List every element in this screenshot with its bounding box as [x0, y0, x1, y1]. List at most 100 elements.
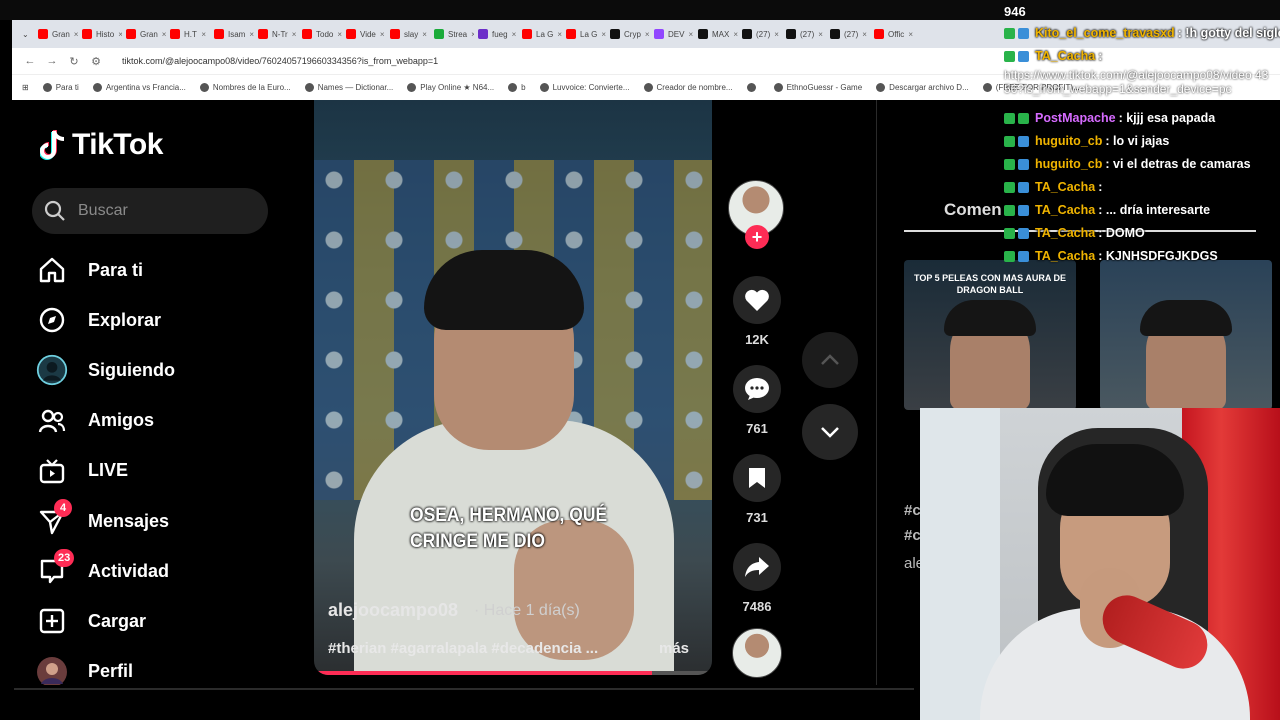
top-strip [0, 0, 1280, 20]
browser-tab[interactable]: (27) × [782, 23, 826, 45]
bookmark-item[interactable]: Creador de nombre... [643, 83, 733, 92]
browser-tab[interactable]: DEV × [650, 23, 694, 45]
tab-close-icon[interactable]: × [862, 30, 867, 39]
tab-close-icon[interactable]: × [512, 30, 517, 39]
forward-icon[interactable]: → [46, 55, 58, 67]
sidebar-item-para-ti[interactable]: Para ti [36, 245, 286, 295]
tab-close-icon[interactable]: × [908, 30, 913, 39]
video-progress-bar[interactable] [314, 671, 712, 675]
follow-plus-icon[interactable]: + [745, 225, 769, 249]
share-action[interactable]: 7486 [728, 543, 786, 614]
search-box[interactable] [32, 188, 268, 234]
browser-tab[interactable]: N-Tr × [254, 23, 298, 45]
bookmark-item[interactable]: Argentina vs Francia... [92, 83, 186, 92]
scroll-up-button[interactable] [802, 332, 858, 388]
bookmark-item[interactable]: Para ti [42, 83, 79, 92]
tab-favicon-icon [610, 29, 620, 39]
tiktok-logo[interactable]: TikTok [40, 128, 163, 162]
video-author[interactable]: alejoocampo08 [328, 600, 458, 621]
music-disc[interactable] [728, 628, 786, 678]
creator-avatar[interactable]: + [728, 180, 784, 249]
chat-text: : DOMO [1098, 226, 1145, 240]
sidebar-item-explorar[interactable]: Explorar [36, 295, 286, 345]
upload-plus-icon [36, 605, 68, 637]
save-button[interactable] [733, 454, 781, 502]
sidebar-item-live[interactable]: LIVE [36, 446, 286, 496]
tab-favicon-icon [742, 29, 752, 39]
sidebar-item-siguiendo[interactable]: Siguiendo [36, 345, 286, 395]
browser-tab[interactable]: MAX × [694, 23, 738, 45]
browser-tab[interactable]: Histo × [78, 23, 122, 45]
related-video-thumb[interactable] [1100, 260, 1272, 410]
back-icon[interactable]: ← [24, 55, 36, 67]
tab-close-icon[interactable]: × [818, 30, 823, 39]
tab-favicon-icon [346, 29, 356, 39]
notification-badge: 4 [54, 499, 72, 518]
like-button[interactable] [733, 276, 781, 324]
tab-close-icon[interactable]: × [292, 30, 297, 39]
comment-action[interactable]: 761 [728, 365, 786, 436]
video-hashtags[interactable]: #therian #agarralapala #decadencia ... [328, 640, 598, 657]
video-more-link[interactable]: más [659, 640, 689, 657]
browser-tab[interactable]: La G × [562, 23, 606, 45]
browser-tab[interactable]: slay × [386, 23, 430, 45]
save-action[interactable]: 731 [728, 454, 786, 525]
video-player[interactable]: OSEA, HERMANO, QUÉ CRINGE ME DIO alejooc… [314, 100, 712, 675]
browser-tab[interactable]: Gran × [122, 23, 166, 45]
share-button[interactable] [733, 543, 781, 591]
tab-label: slay [404, 29, 419, 39]
sidebar-item-actividad[interactable]: 23 Actividad [36, 546, 286, 596]
tab-close-icon[interactable]: × [422, 30, 427, 39]
site-info-icon[interactable]: ⚙ [90, 55, 102, 68]
bookmark-favicon-icon [982, 83, 992, 92]
scroll-down-button[interactable] [802, 404, 858, 460]
browser-tab[interactable]: (27) × [826, 23, 870, 45]
sidebar-item-cargar[interactable]: Cargar [36, 596, 286, 646]
comment-button[interactable] [733, 365, 781, 413]
chat-username: TA_Cacha [1035, 203, 1096, 217]
url-text[interactable]: tiktok.com/@alejoocampo08/video/76024057… [122, 56, 438, 66]
bookmark-item[interactable]: Play Online ★ N64... [407, 83, 494, 92]
browser-tab[interactable]: Isam × [210, 23, 254, 45]
thumb-caption: TOP 5 PELEAS CON MAS AURA DE DRAGON BALL [913, 273, 1067, 295]
apps-grid-icon[interactable]: ⊞ [22, 83, 29, 92]
browser-tab[interactable]: H.T × [166, 23, 210, 45]
browser-tab[interactable]: La G × [518, 23, 562, 45]
bookmark-item[interactable]: EthnoGuessr - Game [773, 83, 862, 92]
browser-tab[interactable]: Gran × [34, 23, 78, 45]
browser-tab[interactable]: Vide × [342, 23, 386, 45]
bookmark-item[interactable]: Names — Dictionar... [304, 83, 393, 92]
browser-tab[interactable]: (27) × [738, 23, 782, 45]
tab-close-icon[interactable]: × [380, 30, 385, 39]
reload-icon[interactable]: ↻ [68, 55, 80, 68]
tab-close-icon[interactable]: × [688, 30, 693, 39]
like-count: 12K [745, 332, 769, 347]
sidebar-item-mensajes[interactable]: 4 Mensajes [36, 496, 286, 546]
tab-close-icon[interactable]: × [645, 30, 650, 39]
browser-tab[interactable]: Todo × [298, 23, 342, 45]
tab-favicon-icon [214, 29, 224, 39]
related-video-thumb[interactable]: TOP 5 PELEAS CON MAS AURA DE DRAGON BALL [904, 260, 1076, 410]
bookmark-item[interactable]: Luvvoice: Convierte... [539, 83, 630, 92]
sidebar-item-label: Mensajes [88, 510, 170, 531]
tab-favicon-icon [786, 29, 796, 39]
comments-tab[interactable]: Comen [944, 200, 1002, 220]
action-column: + 12K 761 731 7486 [728, 180, 786, 678]
like-action[interactable]: 12K [728, 276, 786, 347]
browser-tab[interactable]: Offic × [870, 23, 914, 45]
tab-favicon-icon [302, 29, 312, 39]
bookmark-item[interactable]: Descargar archivo D... [876, 83, 969, 92]
notification-badge: 23 [54, 549, 75, 568]
bookmark-item[interactable]: b [508, 83, 526, 92]
browser-tab[interactable]: Strea × [430, 23, 474, 45]
sidebar-item-amigos[interactable]: Amigos [36, 396, 286, 446]
search-input[interactable] [78, 202, 248, 220]
tab-close-icon[interactable]: × [774, 30, 779, 39]
browser-tab[interactable]: Cryp × [606, 23, 650, 45]
bookmark-item[interactable]: Nombres de la Euro... [199, 83, 291, 92]
chat-message: TA_Cacha: KJNHSDFGJKDGS [1004, 245, 1218, 267]
tab-search-chevron-icon[interactable]: ⌄ [18, 23, 34, 45]
tab-close-icon[interactable]: × [201, 30, 206, 39]
bookmark-item[interactable] [746, 83, 760, 92]
browser-tab[interactable]: fueg × [474, 23, 518, 45]
